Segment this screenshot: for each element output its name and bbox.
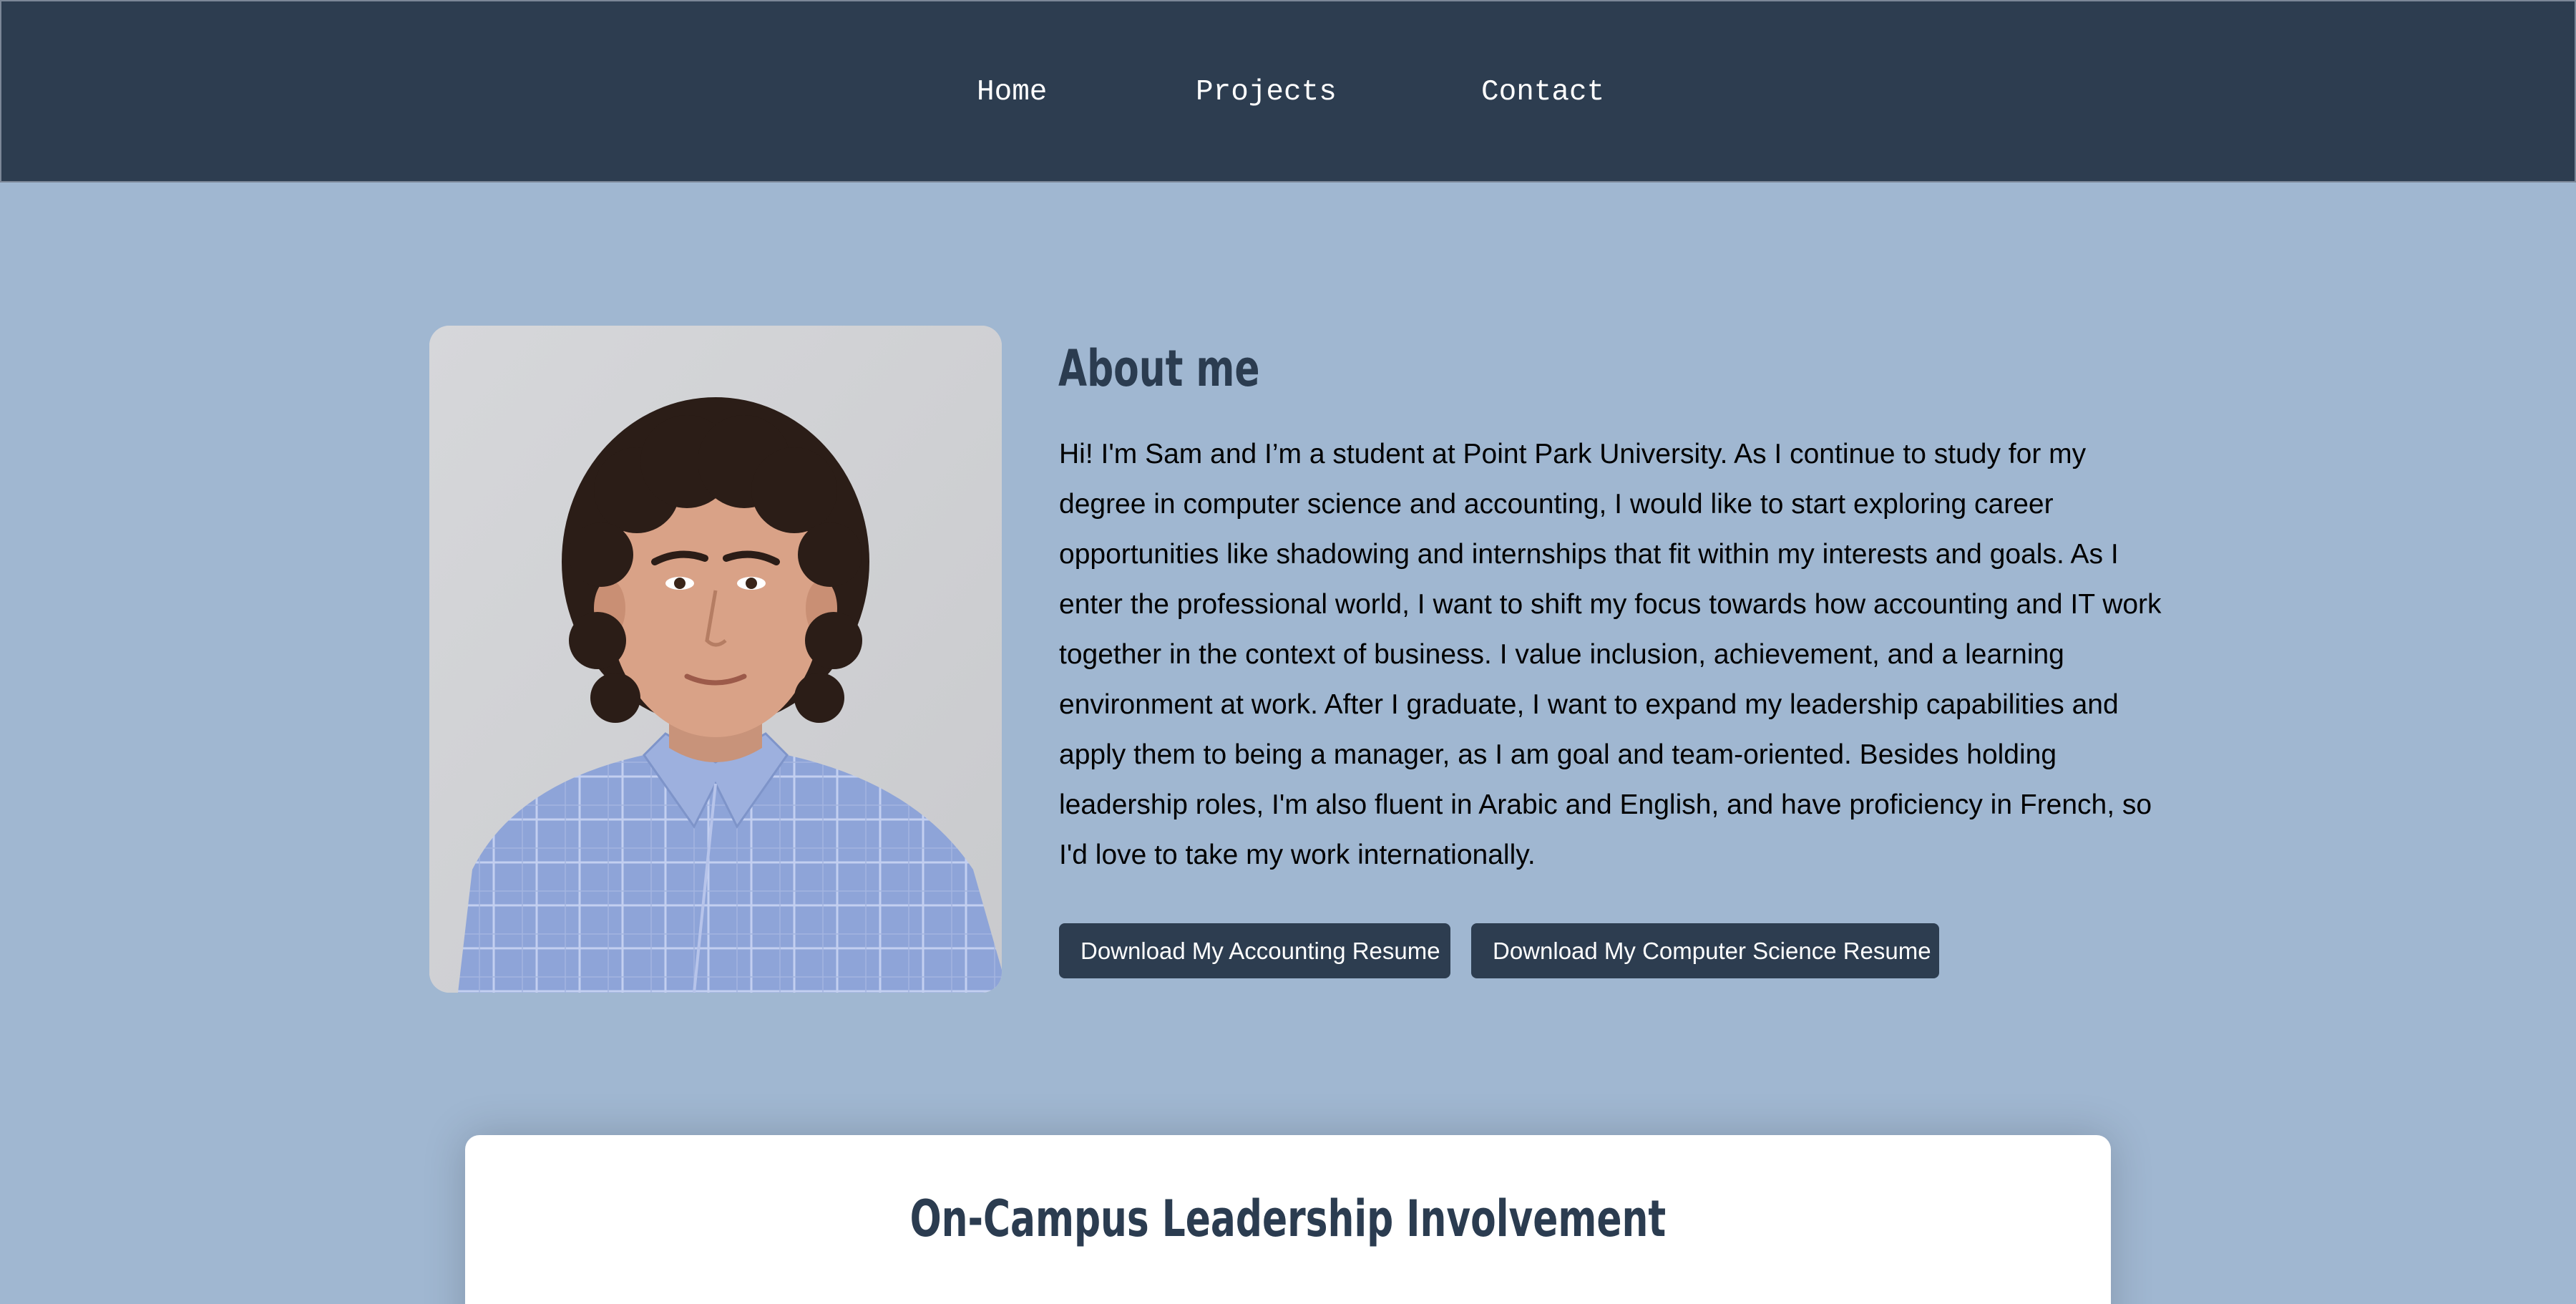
about-heading: About me xyxy=(1058,339,1260,398)
profile-photo xyxy=(429,326,1002,993)
nav-home-link[interactable]: Home xyxy=(977,75,1047,110)
leadership-heading-text: On-Campus Leadership Involvement xyxy=(909,1189,1667,1248)
download-accounting-resume-button[interactable]: Download My Accounting Resume xyxy=(1059,923,1450,978)
download-cs-resume-button[interactable]: Download My Computer Science Resume xyxy=(1471,923,1939,978)
leadership-heading: On-Campus Leadership Involvement xyxy=(0,1187,2576,1251)
nav-contact-link[interactable]: Contact xyxy=(1481,75,1604,110)
top-navbar: Home Projects Contact xyxy=(0,0,2576,183)
about-paragraph: Hi! I'm Sam and I’m a student at Point P… xyxy=(1059,439,2162,870)
nav-projects-link[interactable]: Projects xyxy=(1196,75,1337,110)
portrait-illustration xyxy=(429,326,1002,993)
